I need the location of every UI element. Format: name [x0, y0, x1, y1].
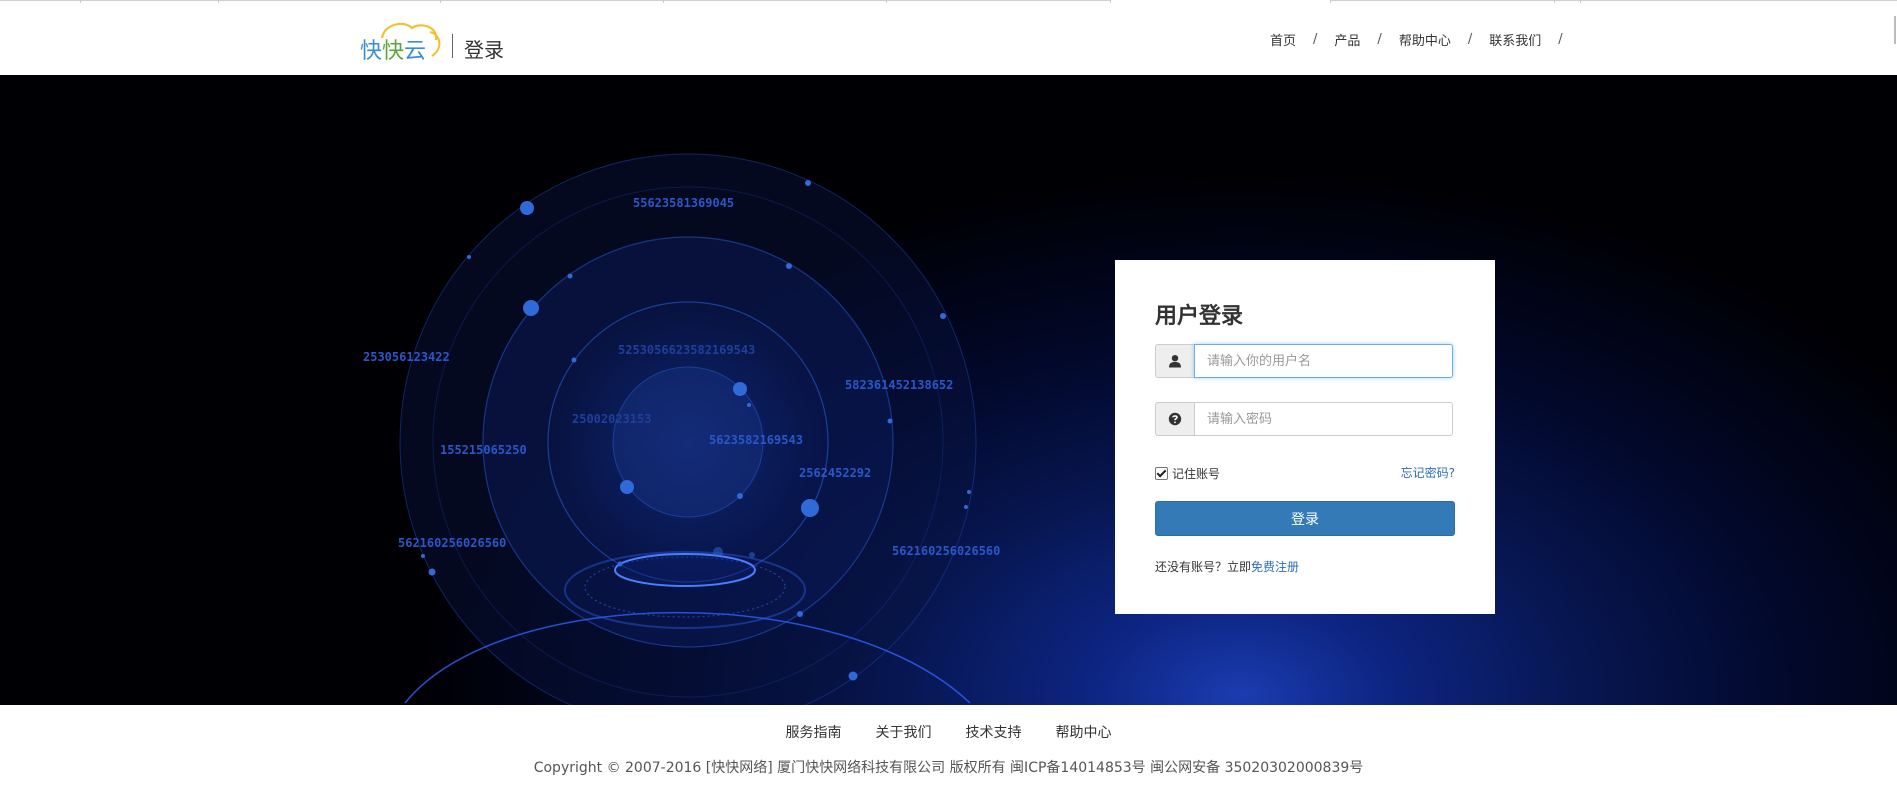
hero-orbit-graphic: 55623581369045 253056123422 525305662358… [363, 153, 1000, 705]
site-header: 快 快 云 登录 首页 / 产品 / 帮助中心 / 联系我们 / [0, 0, 1897, 75]
logo-divider [452, 34, 453, 58]
hero-number: 155215065250 [440, 443, 527, 457]
top-nav: 首页 / 产品 / 帮助中心 / 联系我们 / [1270, 30, 1580, 49]
footer-link-help-center[interactable]: 帮助中心 [1056, 722, 1112, 742]
user-icon [1169, 355, 1181, 368]
footer-link-service-guide[interactable]: 服务指南 [786, 722, 842, 742]
nav-item-contact-us[interactable]: 联系我们 [1489, 30, 1541, 49]
login-card: 用户登录 记住账号 忘记密码? [1115, 260, 1495, 614]
hero-banner: 55623581369045 253056123422 525305662358… [0, 75, 1897, 705]
register-prompt-text: 还没有账号？立即 [1155, 560, 1252, 574]
nav-item-home[interactable]: 首页 [1270, 30, 1296, 49]
username-addon [1155, 344, 1194, 378]
username-field [1155, 344, 1455, 378]
nav-item-products[interactable]: 产品 [1334, 30, 1360, 49]
register-prompt: 还没有账号？立即免费注册 [1155, 558, 1299, 575]
password-field [1155, 402, 1455, 436]
svg-text:快: 快 [382, 39, 404, 64]
hero-number: 525305662358216954З [618, 343, 755, 357]
scrollbar[interactable] [1894, 16, 1896, 44]
copyright: Copyright © 2007-2016 [快快网络] 厦门快快网络科技有限公… [533, 760, 1364, 776]
hero-number: 25002023153 [572, 412, 651, 426]
login-title: 用户登录 [1155, 304, 1244, 329]
username-input[interactable] [1194, 344, 1453, 378]
nav-separator: / [1467, 32, 1473, 47]
footer-link-tech-support[interactable]: 技术支持 [966, 722, 1022, 742]
register-link[interactable]: 免费注册 [1251, 560, 1299, 574]
hero-number: 582361452138652 [845, 378, 953, 392]
svg-text:云: 云 [404, 39, 426, 64]
hero-number: 2562452292 [799, 466, 871, 480]
nav-item-help-center[interactable]: 帮助中心 [1399, 30, 1451, 49]
page-title: 登录 [464, 38, 504, 62]
svg-text:快: 快 [360, 39, 382, 64]
password-input[interactable] [1194, 402, 1453, 436]
hero-number: 562160256026560 [892, 544, 1000, 558]
browser-tab-strip [0, 0, 1897, 3]
nav-separator: / [1313, 32, 1318, 47]
remember-label: 记住账号 [1172, 467, 1221, 481]
brand-logo[interactable]: 快 快 云 [360, 18, 446, 64]
forgot-password-link[interactable]: 忘记密码? [1401, 464, 1455, 481]
password-addon [1155, 402, 1194, 436]
hero-number: 55623581369045 [633, 196, 734, 210]
question-circle-icon [1168, 412, 1182, 426]
footer-link-about-us[interactable]: 关于我们 [876, 722, 932, 742]
remember-account[interactable]: 记住账号 [1155, 465, 1220, 482]
remember-checkbox[interactable] [1155, 467, 1168, 480]
login-button[interactable]: 登录 [1155, 501, 1455, 536]
nav-separator: / [1377, 32, 1382, 47]
hero-number: 253056123422 [363, 350, 450, 364]
hero-number: 5623582169543 [709, 433, 803, 447]
footer-links: 服务指南 关于我们 技术支持 帮助中心 [0, 722, 1897, 742]
nav-separator: / [1558, 32, 1563, 47]
hero-number: 562160256026560 [398, 536, 506, 550]
